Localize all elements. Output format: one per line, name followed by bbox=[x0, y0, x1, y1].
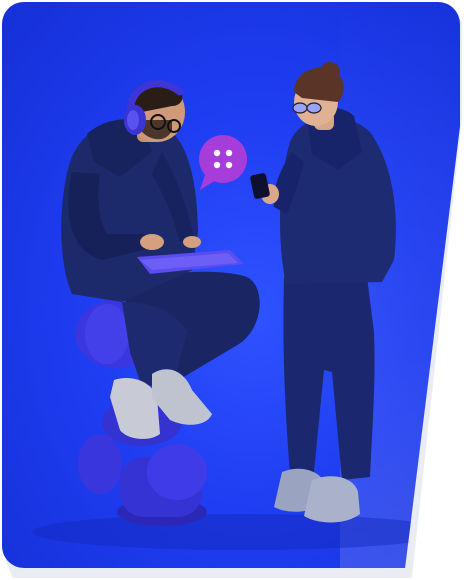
standing-woman bbox=[250, 62, 396, 523]
blue-card bbox=[2, 2, 460, 568]
seated-man bbox=[61, 80, 260, 439]
chat-bubble-icon bbox=[199, 135, 247, 190]
illustration bbox=[32, 62, 452, 550]
hero-image bbox=[0, 0, 464, 580]
